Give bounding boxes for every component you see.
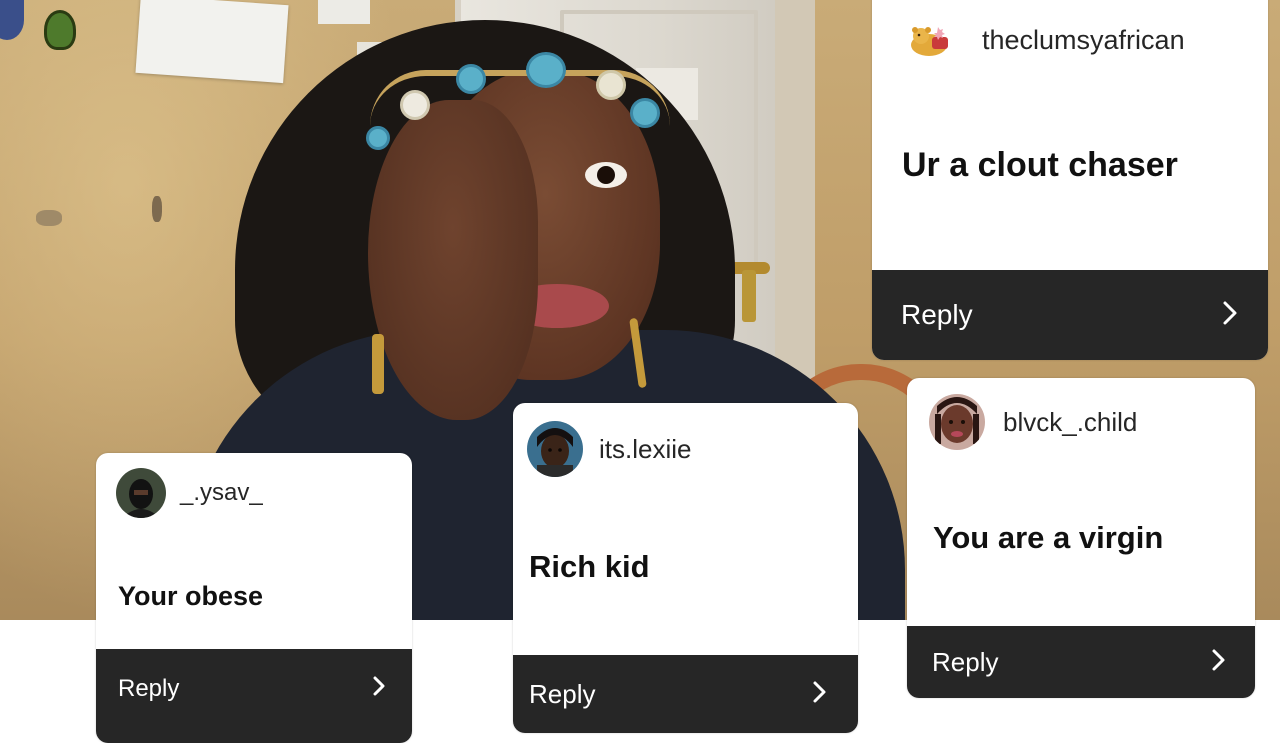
reply-label: Reply [118,675,180,702]
reply-label: Reply [529,678,596,709]
door-lock [742,270,756,322]
comment-username[interactable]: its.lexiie [599,434,691,465]
winnie-the-pooh-icon [906,23,952,57]
reply-button[interactable]: Reply [96,649,412,743]
comment-card: _.ysav_ Your obese Reply [96,453,412,743]
flower-icon [526,52,566,88]
chevron-right-icon [372,675,386,702]
flower-icon [400,90,430,120]
flower-icon [596,70,626,100]
door-frame [775,0,815,380]
comment-message: Your obese [118,581,264,611]
comment-card: its.lexiie Rich kid Reply [513,403,858,733]
wall-paper [318,0,370,24]
eye [585,162,627,188]
comment-card: theclumsyafrican Ur a clout chaser Reply [872,0,1268,360]
flower-icon [630,98,660,128]
profile-photo-avatar[interactable] [116,468,166,518]
comment-username[interactable]: theclumsyafrican [982,25,1185,56]
reply-button[interactable]: Reply [513,655,858,733]
comment-header: theclumsyafrican [906,10,1185,70]
chevron-right-icon [812,680,828,709]
wall-calendar [135,0,289,84]
flower-icon [456,64,486,94]
comment-message: You are a virgin [933,520,1164,555]
comment-message: Ur a clout chaser [902,146,1178,184]
comment-username[interactable]: blvck_.child [1003,407,1137,438]
reply-button[interactable]: Reply [907,626,1255,698]
reply-label: Reply [901,299,973,330]
reply-button[interactable]: Reply [872,270,1268,360]
burger-sticker [44,10,76,50]
wall-mark [152,196,162,222]
profile-photo-avatar[interactable] [527,421,583,477]
comment-header: _.ysav_ [116,463,263,523]
wall-mark [36,210,62,226]
chevron-right-icon [1222,300,1238,331]
flower-icon [366,126,390,150]
earring [372,334,384,394]
reply-label: Reply [932,646,999,677]
comment-card: blvck_.child You are a virgin Reply [907,378,1255,698]
chevron-right-icon [1211,648,1227,677]
comment-header: its.lexiie [527,419,691,479]
profile-photo-avatar[interactable] [929,394,985,450]
comment-header: blvck_.child [929,392,1137,452]
comment-message: Rich kid [529,549,650,584]
comment-username[interactable]: _.ysav_ [180,479,263,507]
